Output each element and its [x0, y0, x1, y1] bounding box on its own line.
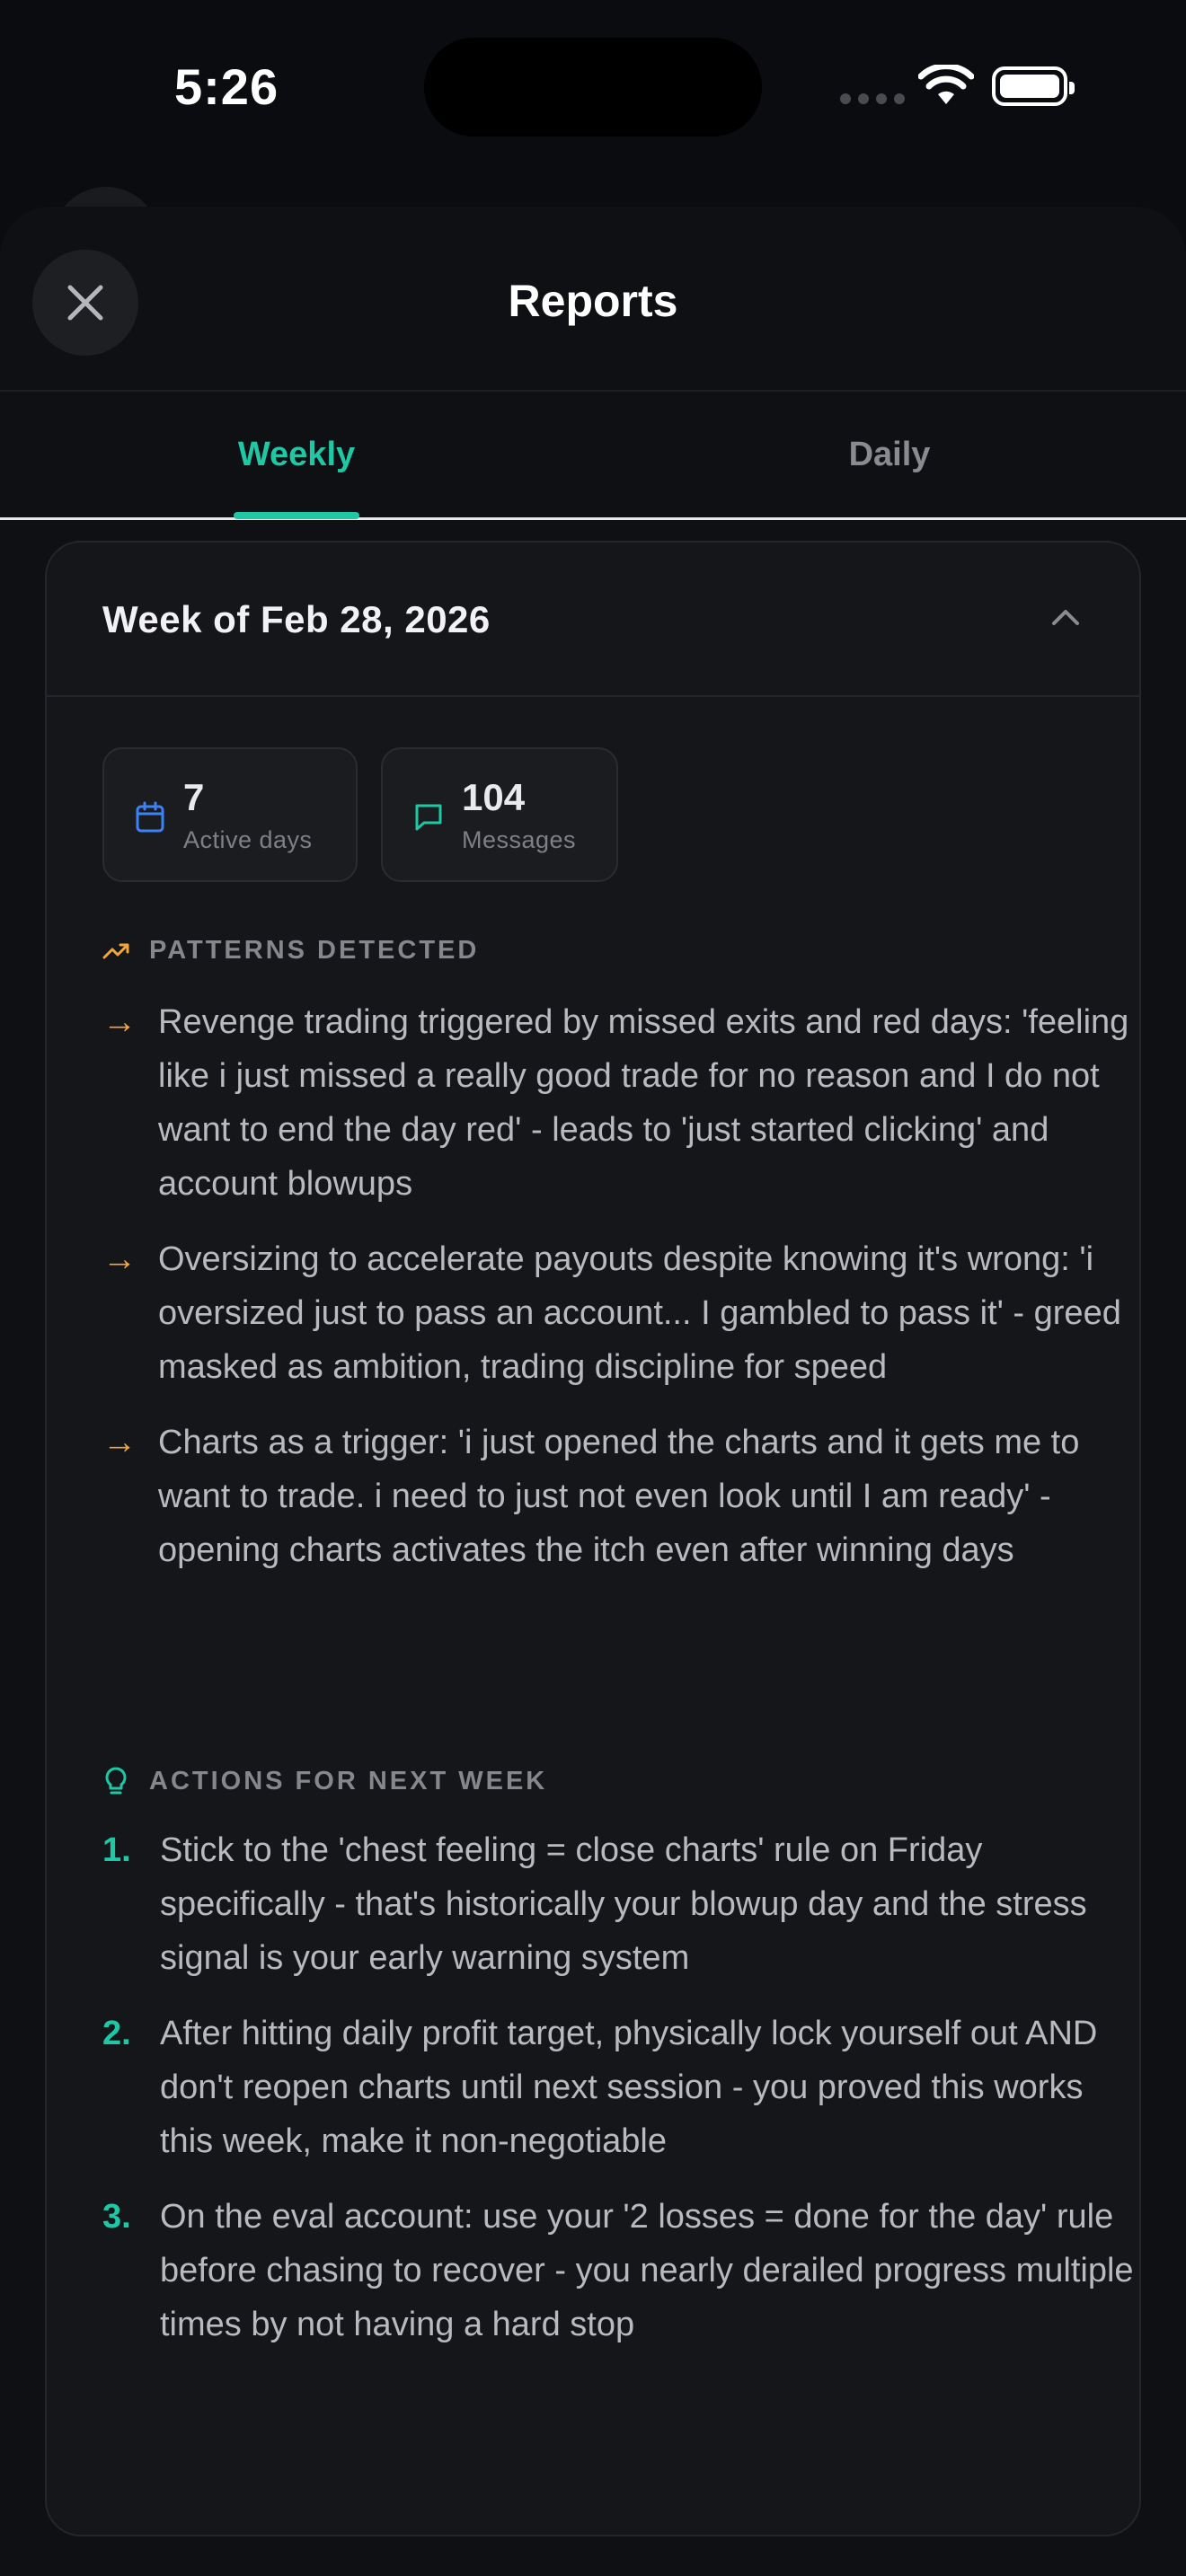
- status-time: 5:26: [174, 58, 279, 115]
- patterns-list: → Revenge trading triggered by missed ex…: [102, 995, 1136, 1599]
- status-bar: 5:26: [0, 0, 1186, 180]
- cellular-signal-icon: [840, 93, 905, 104]
- dynamic-island: [424, 38, 762, 137]
- pattern-text: Charts as a trigger: 'i just opened the …: [158, 1424, 1080, 1569]
- arrow-right-icon: →: [102, 1240, 137, 1278]
- actions-heading: ACTIONS FOR NEXT WEEK: [102, 1766, 547, 1796]
- stat-active-days: 7 Active days: [102, 747, 358, 882]
- pattern-item: → Oversizing to accelerate payouts despi…: [102, 1232, 1136, 1394]
- sheet-header: Reports: [0, 207, 1186, 392]
- tab-weekly[interactable]: Weekly: [0, 392, 593, 517]
- message-icon: [415, 804, 442, 831]
- tab-bar: Weekly Daily: [0, 392, 1186, 520]
- pattern-item: → Revenge trading triggered by missed ex…: [102, 995, 1136, 1211]
- pattern-text: Oversizing to accelerate payouts despite…: [158, 1240, 1121, 1386]
- battery-icon: [992, 66, 1075, 106]
- actions-list: 1. Stick to the 'chest feeling = close c…: [102, 1823, 1136, 2373]
- tab-active-indicator: [234, 512, 359, 519]
- action-text: After hitting daily profit target, physi…: [160, 2015, 1098, 2160]
- arrow-right-icon: →: [102, 1003, 137, 1041]
- action-text: On the eval account: use your '2 losses …: [160, 2198, 1134, 2343]
- week-title: Week of Feb 28, 2026: [102, 598, 491, 640]
- sheet-title: Reports: [508, 276, 678, 326]
- stat-label: Messages: [462, 826, 577, 853]
- lightbulb-icon: [105, 1767, 127, 1795]
- stat-value: 104: [462, 776, 526, 818]
- action-number: 2.: [102, 2015, 131, 2052]
- actions-heading-label: ACTIONS FOR NEXT WEEK: [149, 1766, 548, 1795]
- stat-value: 7: [183, 776, 205, 818]
- calendar-icon: [136, 801, 164, 833]
- action-text: Stick to the 'chest feeling = close char…: [160, 1831, 1087, 1977]
- action-item: 3. On the eval account: use your '2 loss…: [102, 2190, 1136, 2351]
- trending-up-icon: [102, 943, 129, 958]
- arrow-right-icon: →: [102, 1424, 137, 1461]
- patterns-heading-label: PATTERNS DETECTED: [149, 936, 480, 965]
- action-number: 3.: [102, 2198, 131, 2236]
- pattern-item: → Charts as a trigger: 'i just opened th…: [102, 1416, 1136, 1577]
- stat-messages: 104 Messages: [381, 747, 618, 882]
- wifi-icon: [918, 65, 974, 104]
- tab-daily[interactable]: Daily: [593, 392, 1186, 517]
- action-number: 1.: [102, 1831, 131, 1869]
- pattern-text: Revenge trading triggered by missed exit…: [158, 1003, 1129, 1203]
- stats-row: 7 Active days 104 Messages: [102, 747, 618, 882]
- action-item: 2. After hitting daily profit target, ph…: [102, 2007, 1136, 2168]
- weekly-report-card: Week of Feb 28, 2026 7 Active days 104 M…: [45, 541, 1141, 2536]
- stat-label: Active days: [183, 826, 313, 853]
- card-header[interactable]: Week of Feb 28, 2026: [47, 543, 1139, 697]
- action-item: 1. Stick to the 'chest feeling = close c…: [102, 1823, 1136, 1985]
- patterns-heading: PATTERNS DETECTED: [102, 936, 479, 966]
- chevron-up-icon[interactable]: [1051, 607, 1080, 627]
